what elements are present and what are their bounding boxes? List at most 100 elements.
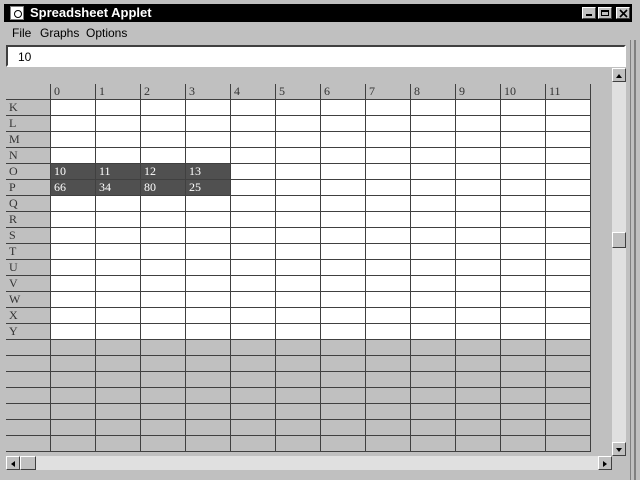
table-cell[interactable]	[141, 148, 186, 164]
table-cell[interactable]	[366, 324, 411, 340]
java-applet-icon[interactable]	[10, 6, 24, 20]
table-cell[interactable]	[366, 180, 411, 196]
table-cell[interactable]	[276, 228, 321, 244]
row-header[interactable]: P	[6, 180, 51, 196]
table-cell[interactable]	[321, 148, 366, 164]
table-cell[interactable]	[186, 100, 231, 116]
table-cell[interactable]	[366, 308, 411, 324]
table-cell[interactable]	[186, 308, 231, 324]
table-cell[interactable]	[141, 116, 186, 132]
table-cell[interactable]: 66	[51, 180, 96, 196]
table-cell[interactable]	[186, 116, 231, 132]
column-header[interactable]: 2	[141, 84, 186, 100]
scroll-right-button[interactable]	[598, 456, 612, 470]
table-cell[interactable]	[51, 324, 96, 340]
table-cell[interactable]	[411, 244, 456, 260]
row-header[interactable]: Y	[6, 324, 51, 340]
table-cell[interactable]	[276, 132, 321, 148]
table-cell[interactable]	[321, 180, 366, 196]
table-cell[interactable]	[546, 132, 591, 148]
table-cell[interactable]	[366, 148, 411, 164]
table-cell[interactable]	[276, 244, 321, 260]
table-cell[interactable]	[456, 244, 501, 260]
table-cell[interactable]	[321, 116, 366, 132]
table-cell[interactable]	[51, 308, 96, 324]
table-cell[interactable]	[276, 196, 321, 212]
column-header[interactable]: 9	[456, 84, 501, 100]
table-cell[interactable]	[366, 260, 411, 276]
table-cell[interactable]	[186, 212, 231, 228]
scroll-up-button[interactable]	[612, 68, 626, 82]
table-cell[interactable]	[501, 164, 546, 180]
row-header[interactable]: M	[6, 132, 51, 148]
row-header[interactable]: R	[6, 212, 51, 228]
column-header[interactable]: 7	[366, 84, 411, 100]
table-cell[interactable]	[141, 260, 186, 276]
table-cell[interactable]	[501, 292, 546, 308]
table-cell[interactable]	[321, 292, 366, 308]
table-cell[interactable]	[411, 308, 456, 324]
table-cell[interactable]	[231, 100, 276, 116]
table-cell[interactable]	[141, 244, 186, 260]
table-cell[interactable]	[411, 180, 456, 196]
scroll-down-button[interactable]	[612, 442, 626, 456]
table-cell[interactable]	[141, 292, 186, 308]
vertical-scroll-thumb[interactable]	[612, 232, 626, 248]
table-cell[interactable]	[411, 228, 456, 244]
table-cell[interactable]	[501, 132, 546, 148]
table-cell[interactable]: 25	[186, 180, 231, 196]
table-cell[interactable]	[456, 164, 501, 180]
table-cell[interactable]	[231, 308, 276, 324]
horizontal-scroll-thumb[interactable]	[20, 456, 36, 470]
row-header[interactable]: V	[6, 276, 51, 292]
table-cell[interactable]	[96, 132, 141, 148]
table-cell[interactable]: 10	[51, 164, 96, 180]
table-cell[interactable]	[96, 244, 141, 260]
table-cell[interactable]	[456, 292, 501, 308]
table-cell[interactable]	[141, 308, 186, 324]
table-cell[interactable]	[96, 228, 141, 244]
title-bar[interactable]: Spreadsheet Applet	[4, 4, 632, 22]
column-header[interactable]: 3	[186, 84, 231, 100]
table-cell[interactable]	[501, 180, 546, 196]
table-cell[interactable]	[546, 100, 591, 116]
table-cell[interactable]	[186, 324, 231, 340]
table-cell[interactable]	[276, 260, 321, 276]
table-cell[interactable]	[231, 228, 276, 244]
table-cell[interactable]	[96, 292, 141, 308]
table-cell[interactable]	[321, 228, 366, 244]
table-cell[interactable]: 11	[96, 164, 141, 180]
table-cell[interactable]	[321, 308, 366, 324]
scroll-left-button[interactable]	[6, 456, 20, 470]
table-cell[interactable]	[321, 260, 366, 276]
vertical-scrollbar[interactable]	[612, 68, 626, 456]
table-cell[interactable]	[456, 196, 501, 212]
table-cell[interactable]	[51, 132, 96, 148]
table-cell[interactable]	[501, 276, 546, 292]
table-cell[interactable]	[51, 260, 96, 276]
table-cell[interactable]	[186, 196, 231, 212]
table-cell[interactable]	[231, 292, 276, 308]
table-cell[interactable]	[456, 260, 501, 276]
table-cell[interactable]	[456, 180, 501, 196]
table-cell[interactable]	[321, 324, 366, 340]
table-cell[interactable]	[141, 228, 186, 244]
table-cell[interactable]	[546, 244, 591, 260]
table-cell[interactable]	[411, 116, 456, 132]
table-cell[interactable]	[186, 292, 231, 308]
table-cell[interactable]	[186, 260, 231, 276]
row-header[interactable]: W	[6, 292, 51, 308]
row-header[interactable]: O	[6, 164, 51, 180]
table-cell[interactable]	[51, 228, 96, 244]
table-cell[interactable]	[51, 292, 96, 308]
table-cell[interactable]	[96, 100, 141, 116]
table-cell[interactable]	[96, 196, 141, 212]
column-header[interactable]: 4	[231, 84, 276, 100]
table-cell[interactable]	[366, 228, 411, 244]
table-cell[interactable]	[546, 180, 591, 196]
table-cell[interactable]	[546, 276, 591, 292]
row-header[interactable]: U	[6, 260, 51, 276]
table-cell[interactable]	[141, 324, 186, 340]
table-cell[interactable]	[456, 324, 501, 340]
table-cell[interactable]	[546, 212, 591, 228]
